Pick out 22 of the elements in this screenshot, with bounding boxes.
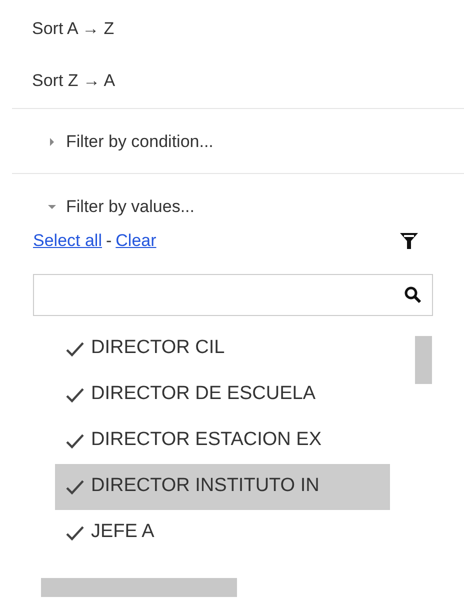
value-list-item[interactable]: JEFE A (55, 510, 390, 556)
link-separator: - (106, 230, 112, 252)
vertical-scrollbar-thumb[interactable] (415, 336, 432, 384)
filter-icon[interactable] (400, 230, 418, 251)
section-header[interactable]: Filter by condition... (66, 131, 214, 153)
select-all-link[interactable]: Select all (33, 228, 102, 254)
value-label: DIRECTOR CIL (91, 336, 225, 360)
value-label: DIRECTOR INSTITUTO IN (91, 474, 320, 498)
value-list-item[interactable]: DIRECTOR INSTITUTO IN (55, 464, 390, 510)
value-list-item[interactable]: DIRECTOR ESTACION EX (55, 418, 390, 464)
section-header[interactable]: Filter by values... (66, 196, 194, 218)
value-label: JEFE A (91, 520, 154, 544)
value-list-item[interactable]: DIRECTOR DE ESCUELA (55, 372, 390, 418)
search-icon (404, 286, 422, 304)
value-list-item[interactable]: DIRECTOR CIL (55, 326, 390, 372)
value-label: DIRECTOR DE ESCUELA (91, 382, 316, 406)
sort-menu-item[interactable]: Sort A → Z (32, 16, 114, 42)
value-label: DIRECTOR ESTACION EX (91, 428, 322, 452)
clear-link[interactable]: Clear (116, 228, 156, 254)
sort-menu-item[interactable]: Sort Z → A (32, 68, 116, 94)
horizontal-scrollbar-thumb[interactable] (41, 578, 237, 597)
search-field[interactable] (33, 274, 433, 316)
